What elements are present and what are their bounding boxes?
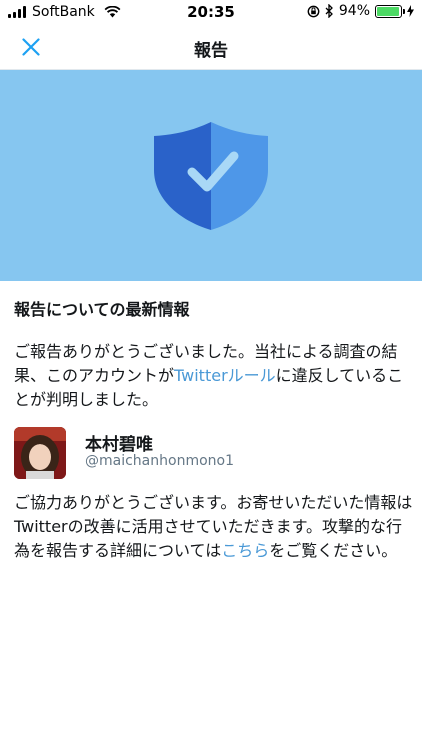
battery-icon	[375, 4, 405, 18]
details-link[interactable]: こちら	[221, 541, 269, 560]
thanks-message: ご協力ありがとうございます。お寄せいただいた情報はTwitterの改善に活用させ…	[14, 491, 414, 563]
bluetooth-icon	[325, 4, 333, 18]
account-name: 本村碧唯	[85, 435, 153, 455]
reported-account[interactable]: 本村碧唯 @maichanhonmono1	[14, 427, 410, 479]
battery-fill	[377, 6, 399, 16]
nav-bar: 報告	[0, 24, 422, 70]
status-bar: SoftBank 20:35 94%	[0, 0, 422, 24]
rotation-lock-icon	[307, 5, 320, 17]
page-title: 報告	[194, 41, 228, 61]
account-handle: @maichanhonmono1	[85, 453, 234, 469]
thanks-message-text-end: をご覧ください。	[269, 541, 398, 560]
report-message: ご報告ありがとうございました。当社による調査の結果、このアカウントがTwitte…	[14, 340, 410, 412]
status-right: 94%	[307, 3, 414, 19]
report-content: 報告についての最新情報 ご報告ありがとうございました。当社による調査の結果、この…	[14, 298, 410, 412]
report-heading: 報告についての最新情報	[14, 300, 190, 319]
charging-icon	[407, 5, 414, 17]
shield-check-icon	[154, 121, 268, 230]
avatar	[14, 427, 66, 479]
hero-banner	[0, 70, 422, 281]
battery-percent: 94%	[338, 3, 370, 19]
twitter-rules-link[interactable]: Twitterルール	[174, 366, 276, 385]
